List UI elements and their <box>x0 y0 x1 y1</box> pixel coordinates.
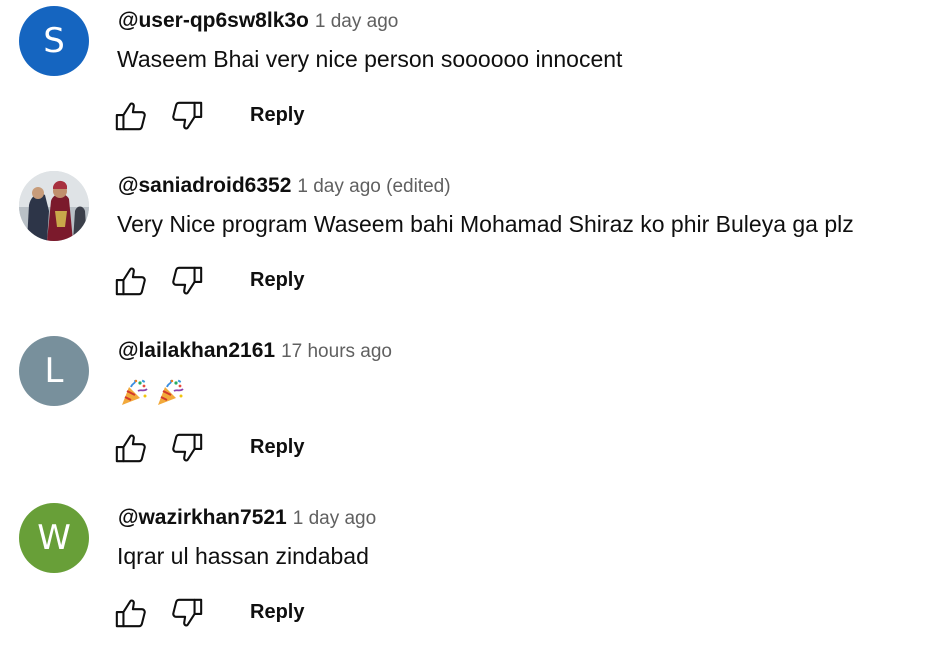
like-button[interactable] <box>113 428 149 468</box>
party-popper-emoji <box>155 378 185 408</box>
author-name[interactable]: @wazirkhan7521 <box>118 506 287 529</box>
comment-header: @saniadroid6352 1 day ago (edited) <box>118 174 451 198</box>
avatar-letter: S <box>43 21 65 61</box>
thumbs-down-icon <box>170 431 204 465</box>
avatar[interactable]: L <box>19 336 89 406</box>
avatar-letter: L <box>44 351 64 391</box>
comment-text: Iqrar ul hassan zindabad <box>117 543 369 569</box>
thumbs-up-icon <box>114 431 148 465</box>
reply-button[interactable]: Reply <box>250 104 304 127</box>
comment-header: @lailakhan2161 17 hours ago <box>118 339 392 363</box>
comment-thread: L @lailakhan2161 17 hours ago Reply <box>0 330 925 495</box>
comment-header: @user-qp6sw8lk3o 1 day ago <box>118 9 398 33</box>
reply-button[interactable]: Reply <box>250 436 304 459</box>
comment-time[interactable]: 17 hours ago <box>281 341 392 362</box>
reply-button[interactable]: Reply <box>250 601 304 624</box>
comment-time[interactable]: 1 day ago (edited) <box>297 176 450 197</box>
thumbs-down-icon <box>170 596 204 630</box>
comment-text: Very Nice program Waseem bahi Mohamad Sh… <box>117 211 854 237</box>
thumbs-up-icon <box>114 99 148 133</box>
comment-text <box>119 378 185 408</box>
comment-thread: W @wazirkhan7521 1 day ago Iqrar ul hassa… <box>0 497 925 662</box>
avatar[interactable]: W <box>19 503 89 573</box>
avatar[interactable] <box>19 171 89 241</box>
like-button[interactable] <box>113 261 149 301</box>
avatar-photo <box>19 171 89 241</box>
comment-time[interactable]: 1 day ago <box>315 11 398 32</box>
like-button[interactable] <box>113 96 149 136</box>
comment-time[interactable]: 1 day ago <box>293 508 376 529</box>
dislike-button[interactable] <box>169 593 205 633</box>
thumbs-down-icon <box>170 99 204 133</box>
dislike-button[interactable] <box>169 96 205 136</box>
thumbs-up-icon <box>114 596 148 630</box>
comment-text: Waseem Bhai very nice person soooooo inn… <box>117 46 623 72</box>
thumbs-down-icon <box>170 264 204 298</box>
author-name[interactable]: @saniadroid6352 <box>118 174 291 197</box>
author-name[interactable]: @user-qp6sw8lk3o <box>118 9 309 32</box>
reply-button[interactable]: Reply <box>250 269 304 292</box>
dislike-button[interactable] <box>169 261 205 301</box>
comment-thread: S @user-qp6sw8lk3o 1 day ago Waseem Bhai … <box>0 0 925 165</box>
thumbs-up-icon <box>114 264 148 298</box>
like-button[interactable] <box>113 593 149 633</box>
party-popper-emoji <box>119 378 149 408</box>
avatar[interactable]: S <box>19 6 89 76</box>
avatar-letter: W <box>37 518 71 558</box>
comment-header: @wazirkhan7521 1 day ago <box>118 506 376 530</box>
dislike-button[interactable] <box>169 428 205 468</box>
author-name[interactable]: @lailakhan2161 <box>118 339 275 362</box>
comment-thread: @saniadroid6352 1 day ago (edited) Very N… <box>0 165 925 330</box>
